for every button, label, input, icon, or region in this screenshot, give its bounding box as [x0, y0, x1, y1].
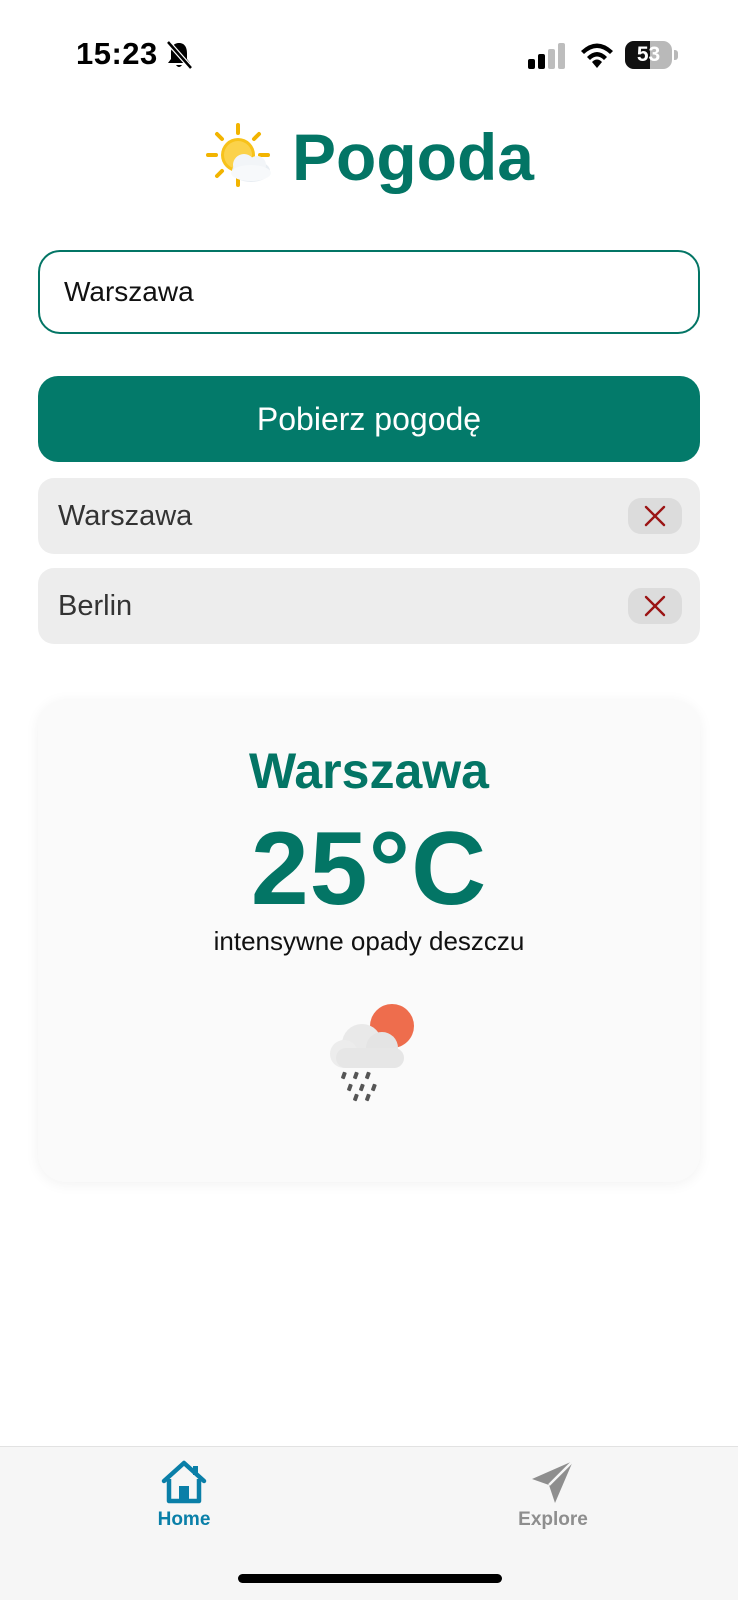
saved-city-label: Berlin	[58, 589, 133, 622]
home-indicator	[238, 1574, 502, 1583]
fetch-weather-button[interactable]: Pobierz pogodę	[38, 376, 700, 462]
close-icon	[644, 595, 666, 617]
battery-icon: 53	[625, 41, 678, 69]
weather-temperature: 25°C	[250, 811, 488, 927]
status-bar: 15:23 53	[0, 0, 738, 110]
close-icon	[644, 505, 666, 527]
saved-city-item-berlin[interactable]: Berlin	[38, 568, 700, 644]
weather-card: Warszawa 25°C intensywne opady deszczu	[38, 700, 700, 1182]
tab-explore[interactable]: Explore	[478, 1459, 628, 1539]
battery-body: 53	[625, 41, 672, 69]
cellular-signal-icon	[528, 43, 565, 69]
tab-home[interactable]: Home	[109, 1459, 259, 1539]
app-title: Pogoda	[292, 120, 534, 194]
remove-city-button[interactable]	[628, 498, 682, 534]
tab-home-label: Home	[157, 1509, 211, 1530]
sun-behind-cloud-icon	[206, 123, 271, 187]
rain-cloud-sun-icon	[330, 1004, 414, 1102]
app-header: Pogoda	[0, 112, 738, 202]
weather-description: intensywne opady deszczu	[213, 926, 525, 956]
city-search-input[interactable]	[38, 250, 700, 334]
bell-off-icon	[166, 40, 193, 70]
home-icon	[161, 1460, 207, 1504]
send-icon	[532, 1460, 574, 1503]
fetch-weather-button-label: Pobierz pogodę	[256, 400, 482, 437]
tab-explore-label: Explore	[518, 1509, 588, 1530]
battery-cap	[674, 50, 678, 60]
weather-city: Warszawa	[249, 743, 489, 799]
status-time: 15:23	[76, 36, 158, 71]
saved-city-item-warszawa[interactable]: Warszawa	[38, 478, 700, 554]
battery-level: 53	[636, 43, 661, 66]
wifi-icon	[581, 43, 613, 68]
remove-city-button[interactable]	[628, 588, 682, 624]
saved-city-label: Warszawa	[58, 499, 193, 532]
